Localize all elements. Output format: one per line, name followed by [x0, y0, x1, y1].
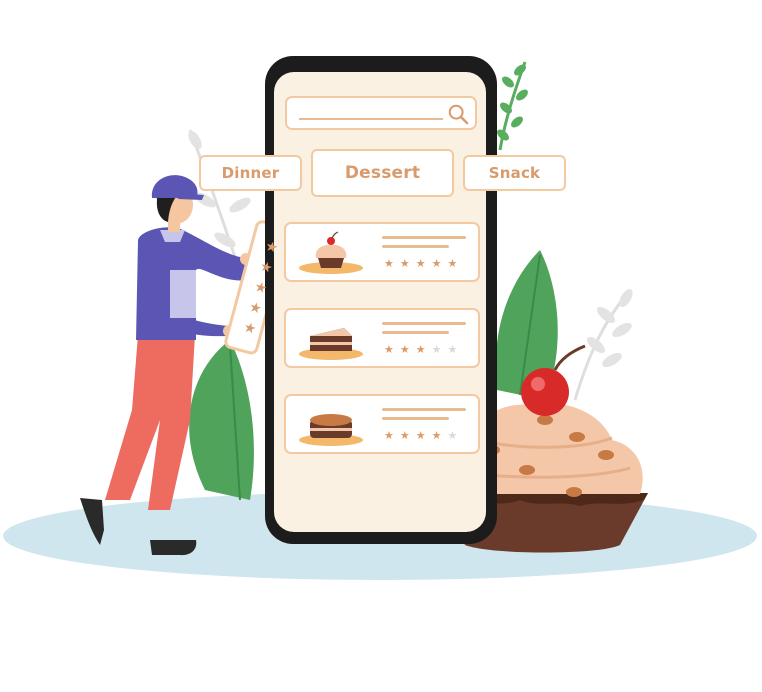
- star-filled-icon: ★: [415, 257, 426, 270]
- rating-stars: ★ ★ ★ ★ ★: [384, 344, 457, 355]
- star-filled-icon: ★: [447, 257, 458, 270]
- star-filled-icon: ★: [399, 429, 410, 442]
- star-filled-icon: ★: [415, 343, 426, 356]
- star-filled-icon: ★: [384, 429, 394, 442]
- grey-sprig-right: [573, 288, 633, 401]
- dessert-card[interactable]: ★ ★ ★ ★ ★: [284, 222, 480, 282]
- item-text-placeholder: [382, 236, 466, 254]
- phone-screen: [274, 72, 486, 532]
- tab-dinner[interactable]: Dinner: [199, 155, 302, 191]
- star-filled-icon: ★: [399, 257, 410, 270]
- search-input[interactable]: [299, 118, 443, 120]
- cupcake-icon: [299, 231, 363, 274]
- star-filled-icon: ★: [431, 257, 442, 270]
- dessert-card[interactable]: ★ ★ ★ ★ ★: [284, 308, 480, 368]
- big-leaf-left: [189, 340, 254, 500]
- star-empty-icon: ★: [447, 343, 458, 356]
- star-filled-icon: ★: [431, 429, 442, 442]
- search-icon[interactable]: [447, 103, 469, 125]
- star-empty-icon: ★: [447, 429, 458, 442]
- star-empty-icon: ★: [431, 343, 442, 356]
- chocolate-cake-icon: [299, 414, 363, 446]
- tab-dessert[interactable]: Dessert: [311, 149, 454, 197]
- star-filled-icon: ★: [415, 429, 426, 442]
- green-sprig-top: [497, 61, 528, 151]
- star-filled-icon: ★: [384, 343, 394, 356]
- star-filled-icon: ★: [384, 257, 394, 270]
- rating-stars: ★ ★ ★ ★ ★: [384, 430, 457, 441]
- dessert-card[interactable]: ★ ★ ★ ★ ★: [284, 394, 480, 454]
- item-text-placeholder: [382, 322, 466, 340]
- star-filled-icon: ★: [399, 343, 410, 356]
- item-text-placeholder: [382, 408, 466, 426]
- tab-snack[interactable]: Snack: [463, 155, 566, 191]
- search-bar[interactable]: [285, 96, 477, 130]
- rating-stars: ★ ★ ★ ★ ★: [384, 258, 457, 269]
- cake-slice-icon: [299, 328, 363, 360]
